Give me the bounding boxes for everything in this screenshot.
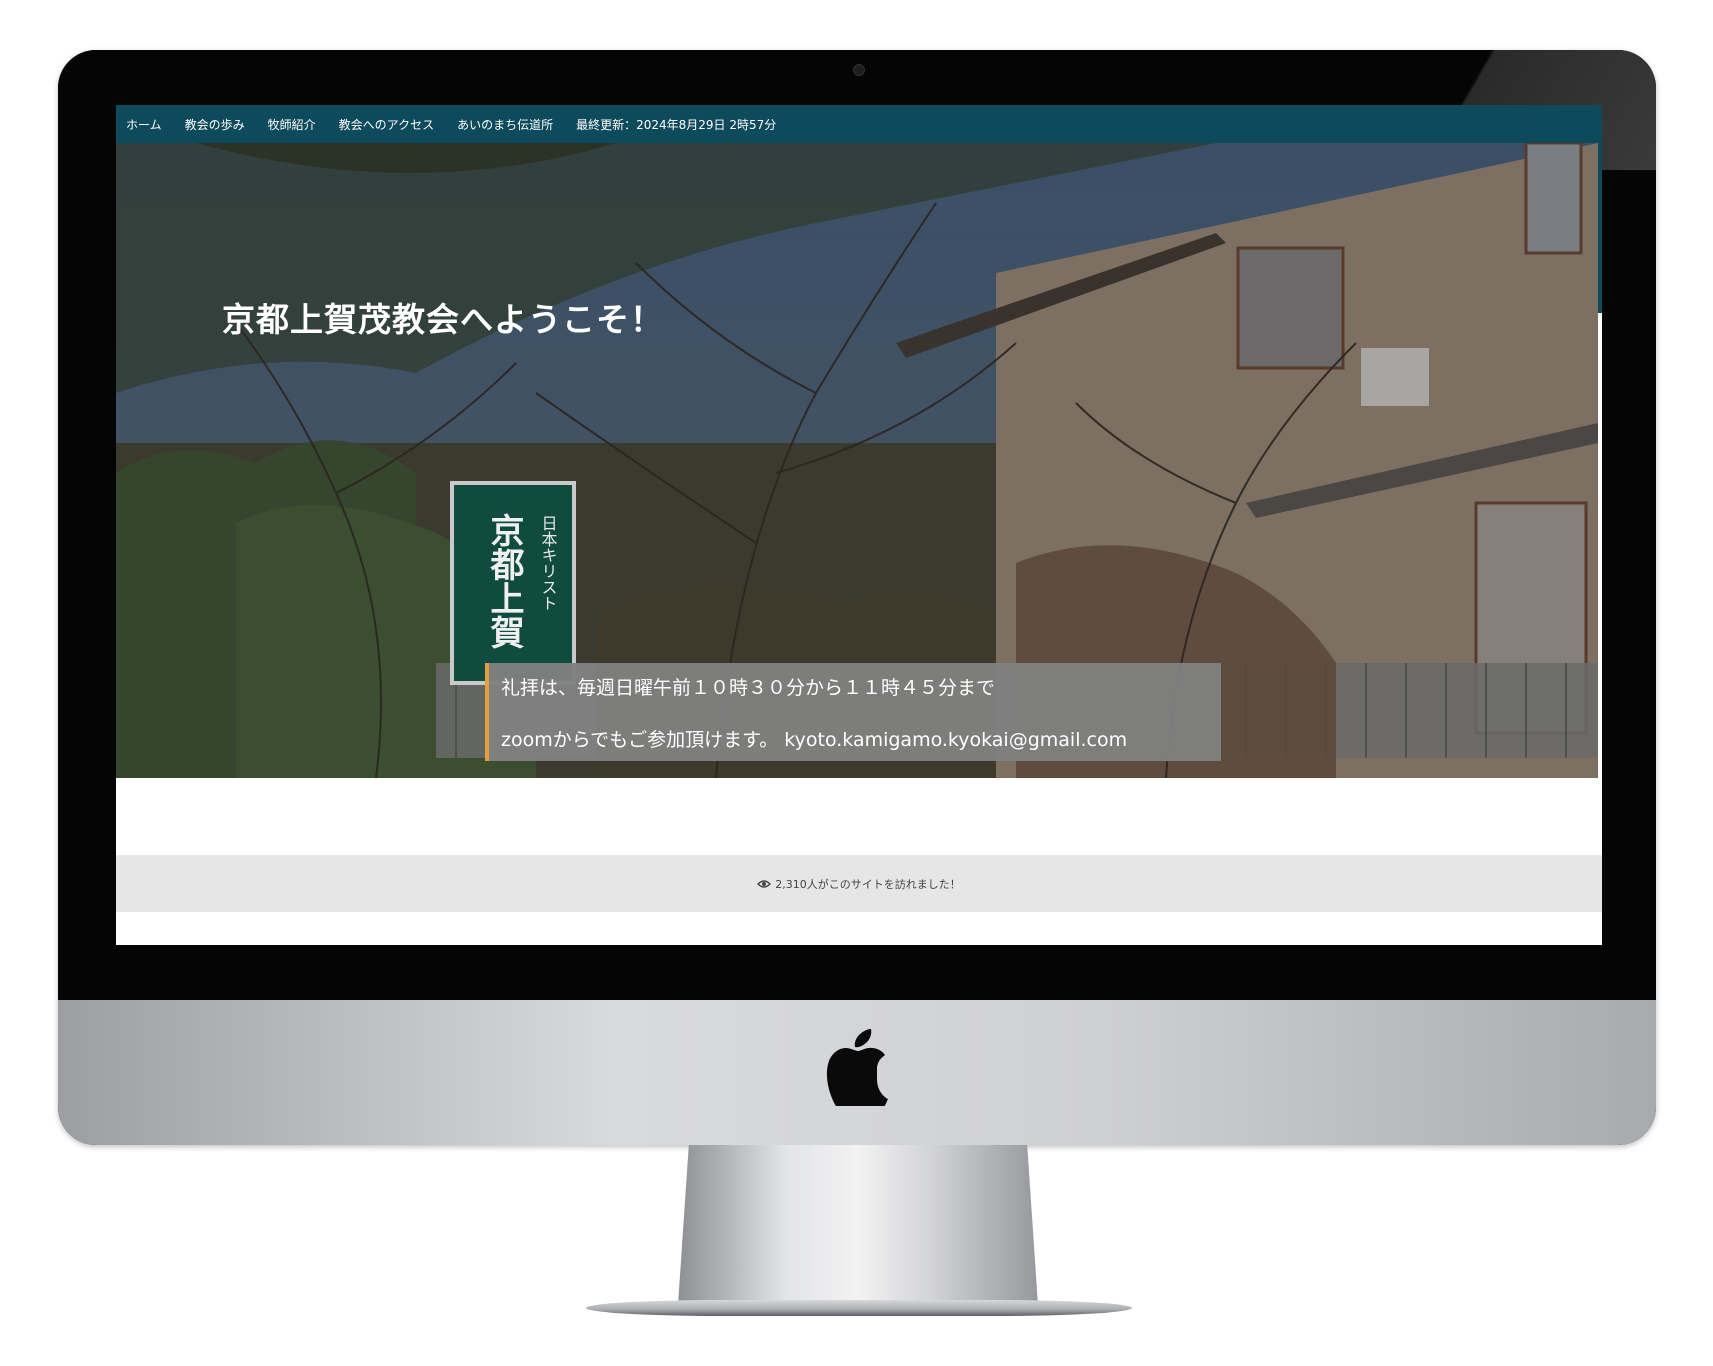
nav-item-home[interactable]: ホーム: [126, 116, 162, 133]
visitor-counter: 2,310人がこのサイトを訪れました！: [757, 876, 961, 892]
nav-item-history[interactable]: 教会の歩み: [185, 116, 245, 133]
nav-item-pastor[interactable]: 牧師紹介: [268, 116, 316, 133]
monitor-stand-base: [586, 1300, 1132, 1316]
content-gap: [116, 778, 1602, 855]
last-updated-text: 最終更新：2024年8月29日 2時57分: [576, 117, 777, 132]
nav-item-ainomachi[interactable]: あいのまち伝道所: [457, 116, 553, 133]
nav-item-access[interactable]: 教会へのアクセス: [339, 116, 434, 133]
eye-icon: [757, 879, 772, 888]
svg-text:京都上賀: 京都上賀: [484, 513, 525, 649]
hero-image: 日本キリスト 京都上賀 京都上賀茂教会へようこそ！ 礼拝は、毎週日曜午前１０時３…: [116, 143, 1598, 778]
camera-icon: [853, 64, 865, 76]
notice-service-time: 礼拝は、毎週日曜午前１０時３０分から１１時４５分まで: [501, 677, 996, 699]
service-notice: 礼拝は、毎週日曜午前１０時３０分から１１時４５分まで zoomからでもご参加頂け…: [485, 663, 1221, 761]
notice-zoom-email[interactable]: zoomからでもご参加頂けます。 kyoto.kamigamo.kyokai@g…: [501, 725, 1221, 755]
visitor-counter-bar: 2,310人がこのサイトを訪れました！: [116, 855, 1602, 912]
apple-logo-icon: [826, 1029, 888, 1106]
svg-text:日本キリスト: 日本キリスト: [539, 515, 558, 611]
hero-title: 京都上賀茂教会へようこそ！: [222, 300, 664, 339]
monitor-stand: [678, 1145, 1038, 1305]
visitor-count-text: 2,310人がこのサイトを訪れました！: [775, 877, 961, 891]
browser-viewport: ホーム 教会の歩み 牧師紹介 教会へのアクセス あいのまち伝道所 最終更新：20…: [116, 105, 1602, 945]
nav-edge-strip: [1598, 143, 1602, 313]
main-nav: ホーム 教会の歩み 牧師紹介 教会へのアクセス あいのまち伝道所 最終更新：20…: [116, 105, 1602, 143]
